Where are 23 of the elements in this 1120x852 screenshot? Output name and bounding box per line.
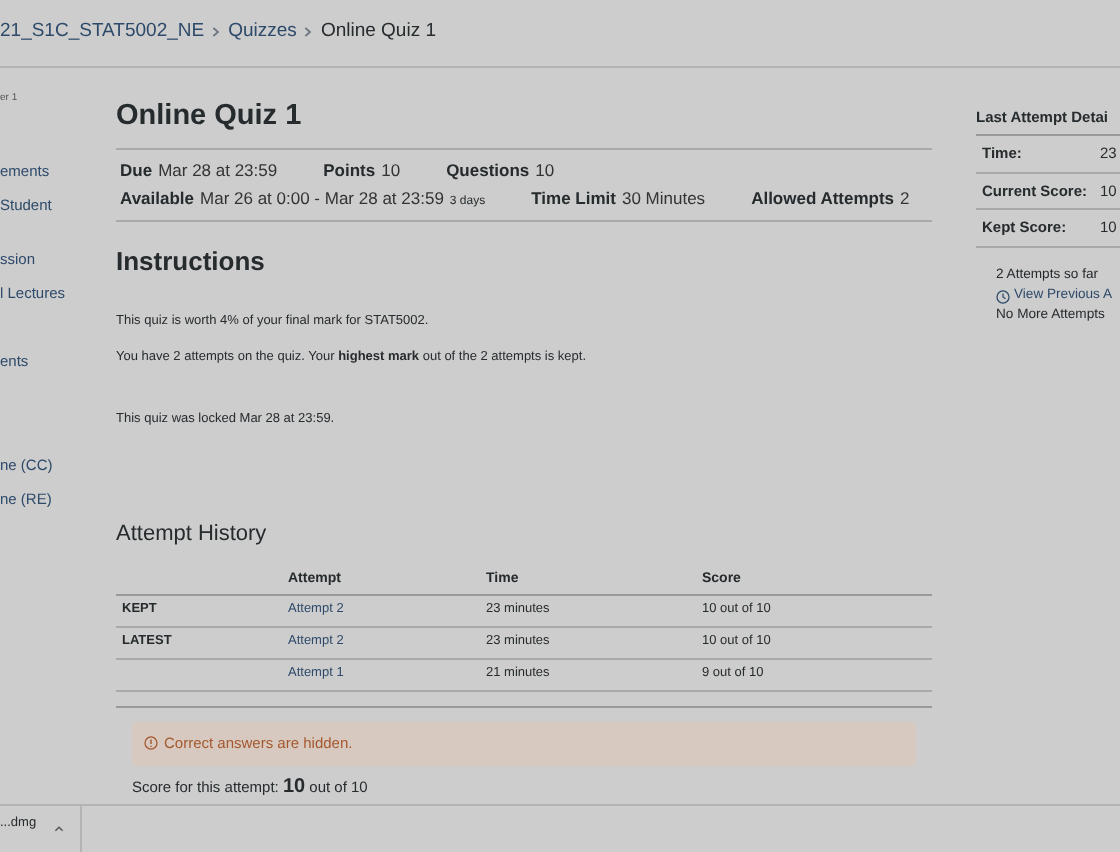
breadcrumb-item[interactable]: Online Quiz 1 [320, 17, 436, 47]
detail-value: 2 [900, 185, 910, 211]
chevron-icon [212, 26, 221, 38]
detail-value: Mar 28 at 23:59 [158, 157, 278, 183]
detail-value: Mar 26 at 0:00 - Mar 28 at 23:59 [200, 185, 444, 211]
section-heading: Attempt History [116, 520, 269, 551]
detail-label: Questions [446, 157, 530, 183]
warning-icon [144, 736, 158, 751]
detail-label: Available [120, 185, 195, 211]
breadcrumb-item[interactable]: 21_S1C_STAT5002_NE [0, 17, 205, 47]
breadcrumb-item[interactable]: Quizzes [228, 17, 297, 47]
detail-value: 10 [381, 157, 401, 183]
quiz-title: Online Quiz 1 [116, 96, 932, 150]
detail-value: 10 [535, 157, 555, 183]
clock-icon [996, 289, 1010, 304]
chevron-icon [304, 26, 313, 38]
detail-label: Due [120, 157, 153, 183]
detail-value: 30 Minutes [621, 185, 706, 211]
section-heading: Instructions [116, 243, 267, 279]
detail-label: Points [323, 157, 376, 183]
detail-label: Allowed Attempts [751, 185, 895, 211]
detail-label: Time Limit [531, 185, 616, 211]
caret-icon[interactable] [54, 826, 64, 832]
